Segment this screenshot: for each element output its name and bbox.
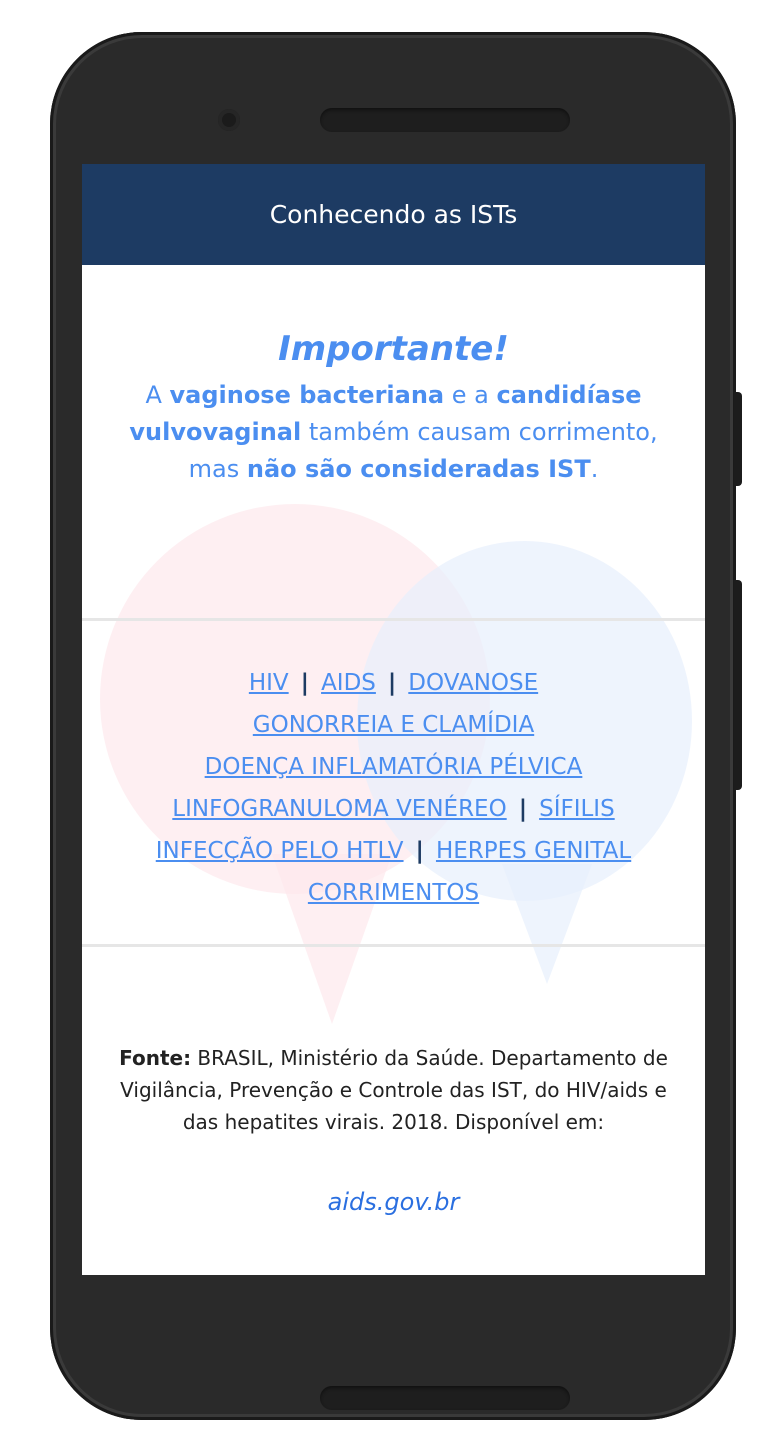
separator: | — [415, 838, 424, 864]
separator: | — [300, 670, 310, 696]
source-citation: Fonte: BRASIL, Ministério da Saúde. Depa… — [112, 1042, 675, 1138]
power-button — [734, 392, 742, 486]
main-content: Importante! A vaginose bacteriana e a ca… — [82, 329, 705, 488]
source-link[interactable]: aids.gov.br — [82, 1188, 705, 1216]
earpiece-speaker — [320, 108, 570, 132]
link-gonorreia-clamidia[interactable]: GONORREIA E CLAMÍDIA — [253, 712, 534, 738]
separator: | — [387, 670, 397, 696]
front-camera-icon — [218, 109, 240, 131]
bottom-speaker — [320, 1386, 570, 1410]
app-bar: Conhecendo as ISTs — [82, 164, 705, 265]
link-aids[interactable]: AIDS — [321, 670, 376, 696]
source-text: BRASIL, Ministério da Saúde. Departament… — [120, 1046, 668, 1134]
link-hiv[interactable]: HIV — [249, 670, 289, 696]
divider — [82, 618, 705, 621]
ist-links: HIV | AIDS | DOVANOSE GONORREIA E CLAMÍDIA D… — [82, 662, 705, 914]
phone-screen: Conhecendo as ISTs Importante! A vaginos… — [82, 164, 705, 1275]
link-herpes-genital[interactable]: HERPES GENITAL — [436, 838, 631, 864]
important-heading: Importante! — [278, 329, 509, 369]
important-notice: A vaginose bacteriana e a candidíase vul… — [129, 381, 658, 483]
link-sifilis[interactable]: SÍFILIS — [539, 796, 615, 822]
app-title: Conhecendo as ISTs — [269, 200, 518, 229]
source-label: Fonte: — [119, 1046, 192, 1070]
link-infeccao-htlv[interactable]: INFECÇÃO PELO HTLV — [156, 838, 404, 864]
divider — [82, 944, 705, 947]
separator: | — [518, 796, 528, 822]
volume-button — [734, 580, 742, 790]
link-corrimentos[interactable]: CORRIMENTOS — [308, 880, 479, 906]
link-linfogranuloma-venereo[interactable]: LINFOGRANULOMA VENÉREO — [172, 796, 506, 822]
link-dovanose[interactable]: DOVANOSE — [408, 670, 538, 696]
link-doenca-inflamatoria-pelvica[interactable]: DOENÇA INFLAMATÓRIA PÉLVICA — [205, 754, 583, 780]
